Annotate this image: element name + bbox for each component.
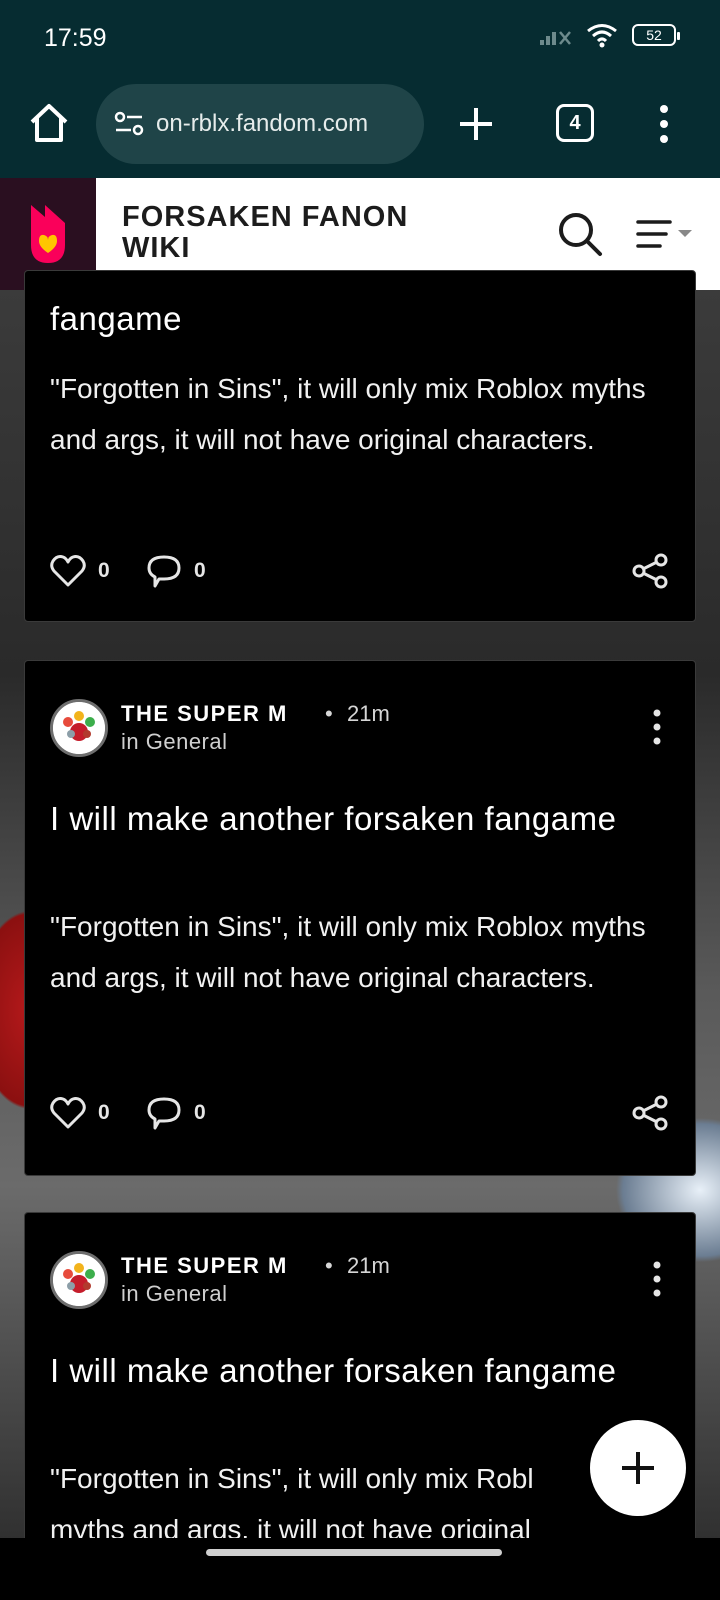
post-category[interactable]: in General xyxy=(121,1281,228,1307)
comment-count: 0 xyxy=(194,559,206,582)
post-category[interactable]: in General xyxy=(121,729,228,755)
system-nav-bar xyxy=(0,1538,720,1600)
share-icon[interactable] xyxy=(630,1093,670,1133)
plus-icon xyxy=(622,1452,654,1484)
like-button[interactable]: 0 xyxy=(50,551,110,591)
site-settings-icon[interactable] xyxy=(114,111,144,137)
post-excerpt: "Forgotten in Sins", it will only mix Ro… xyxy=(50,911,646,993)
status-bar: 17:59 52 xyxy=(0,0,720,80)
post-title[interactable]: I will make another forsaken fangame xyxy=(50,793,650,844)
comment-icon xyxy=(147,555,181,588)
address-bar[interactable]: on-rblx.fandom.com xyxy=(96,84,424,164)
avatar-image xyxy=(53,1254,105,1306)
tab-switcher-button[interactable]: 4 xyxy=(556,104,594,142)
avatar[interactable] xyxy=(50,1251,108,1309)
browser-toolbar: on-rblx.fandom.com 4 xyxy=(0,80,720,178)
clock: 17:59 xyxy=(44,24,107,52)
post-actions: 0 0 xyxy=(50,551,670,591)
comment-count: 0 xyxy=(194,1101,206,1124)
url-text: on-rblx.fandom.com xyxy=(156,110,369,137)
more-vertical-icon[interactable] xyxy=(649,1259,665,1299)
plus-icon[interactable] xyxy=(452,100,500,148)
comment-button[interactable]: 0 xyxy=(146,1093,206,1133)
more-vertical-icon[interactable] xyxy=(649,707,665,747)
heart-icon xyxy=(50,1097,86,1129)
comment-icon xyxy=(147,1097,181,1130)
comment-button[interactable]: 0 xyxy=(146,551,206,591)
battery-indicator: 52 xyxy=(632,24,680,46)
search-icon[interactable] xyxy=(556,210,604,258)
post-author[interactable]: THE SUPER M xyxy=(121,701,288,727)
status-icons: 52 xyxy=(538,22,680,48)
like-count: 0 xyxy=(98,559,110,582)
heart-icon xyxy=(50,555,86,587)
signal-icon xyxy=(540,31,571,45)
post-title[interactable]: fangame xyxy=(50,293,650,344)
fandom-logo xyxy=(31,205,65,263)
post-separator: • xyxy=(325,1253,333,1278)
post-excerpt: "Forgotten in Sins", it will only mix Ro… xyxy=(50,373,646,455)
home-indicator[interactable] xyxy=(206,1549,502,1556)
post-card[interactable]: fangame "Forgotten in Sins", it will onl… xyxy=(24,270,696,622)
post-author[interactable]: THE SUPER M xyxy=(121,1253,288,1279)
share-icon[interactable] xyxy=(630,551,670,591)
avatar[interactable] xyxy=(50,699,108,757)
wifi-icon xyxy=(587,24,617,48)
avatar-image xyxy=(53,702,105,754)
post-title[interactable]: I will make another forsaken fangame xyxy=(50,1345,650,1396)
post-actions: 0 0 xyxy=(50,1093,670,1133)
more-vertical-icon[interactable] xyxy=(654,102,674,146)
post-separator: • xyxy=(325,701,333,726)
like-button[interactable]: 0 xyxy=(50,1093,110,1133)
post-card[interactable]: THE SUPER M • 21m in General I will make… xyxy=(24,660,696,1176)
create-post-button[interactable] xyxy=(590,1420,686,1516)
post-time: 21m xyxy=(347,701,390,726)
menu-icon[interactable] xyxy=(636,216,702,252)
wiki-title[interactable]: FORSAKEN FANON WIKI xyxy=(122,202,452,264)
post-time: 21m xyxy=(347,1253,390,1278)
home-icon[interactable] xyxy=(24,98,74,148)
like-count: 0 xyxy=(98,1101,110,1124)
